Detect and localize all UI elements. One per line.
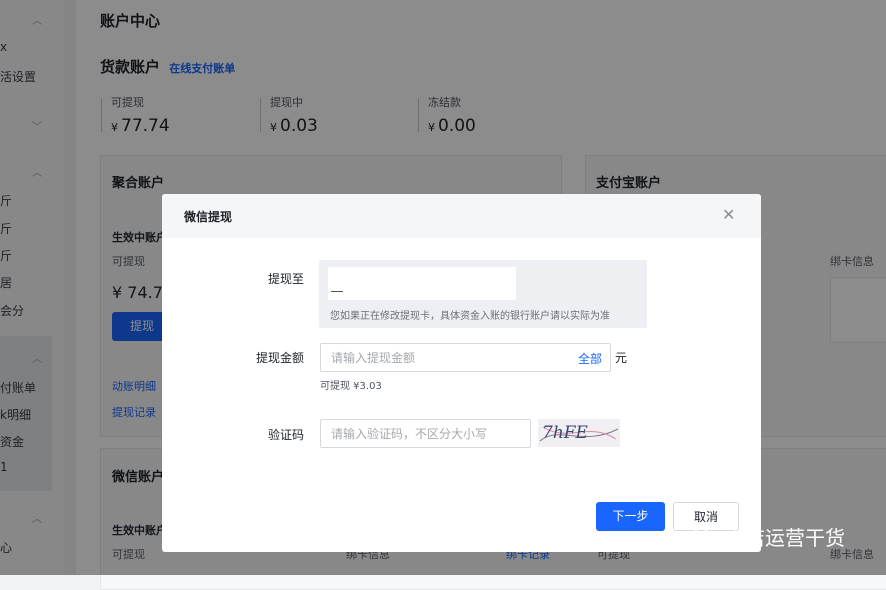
captcha-image[interactable]: 7hFE [538, 419, 620, 447]
captcha-text: 7hFE [542, 423, 589, 443]
wechat-withdraw-dialog: 微信提现 ✕ 提现至 您如果正在修改提现卡，具体资金入账的银行账户请以实际为准 … [162, 194, 761, 552]
withdraw-all-link[interactable]: 全部 [578, 350, 602, 367]
amount-input[interactable] [321, 344, 561, 371]
available-amount: 可提现 ¥3.03 [320, 381, 382, 392]
withdraw-to-label: 提现至 [267, 272, 304, 286]
withdraw-hint: 您如果正在修改提现卡，具体资金入账的银行账户请以实际为准 [330, 311, 610, 322]
bank-card-placeholder [328, 267, 516, 300]
wechat-icon [691, 528, 717, 546]
watermark-text: 小店运营干货 [725, 526, 845, 550]
amount-input-wrapper: 全部 [320, 343, 611, 372]
captcha-graphic: 7hFE [539, 423, 619, 443]
amount-label: 提现金额 [255, 351, 304, 365]
captcha-input[interactable] [321, 420, 530, 447]
dialog-header: 微信提现 ✕ [162, 194, 761, 238]
divider [331, 291, 343, 292]
captcha-input-wrapper [320, 419, 531, 448]
withdraw-target-box: 您如果正在修改提现卡，具体资金入账的银行账户请以实际为准 [319, 260, 647, 328]
next-step-button[interactable]: 下一步 [596, 502, 665, 531]
captcha-label: 验证码 [267, 428, 304, 442]
dialog-title: 微信提现 [184, 210, 233, 224]
currency-unit: 元 [615, 351, 628, 365]
close-icon[interactable]: ✕ [722, 205, 735, 224]
